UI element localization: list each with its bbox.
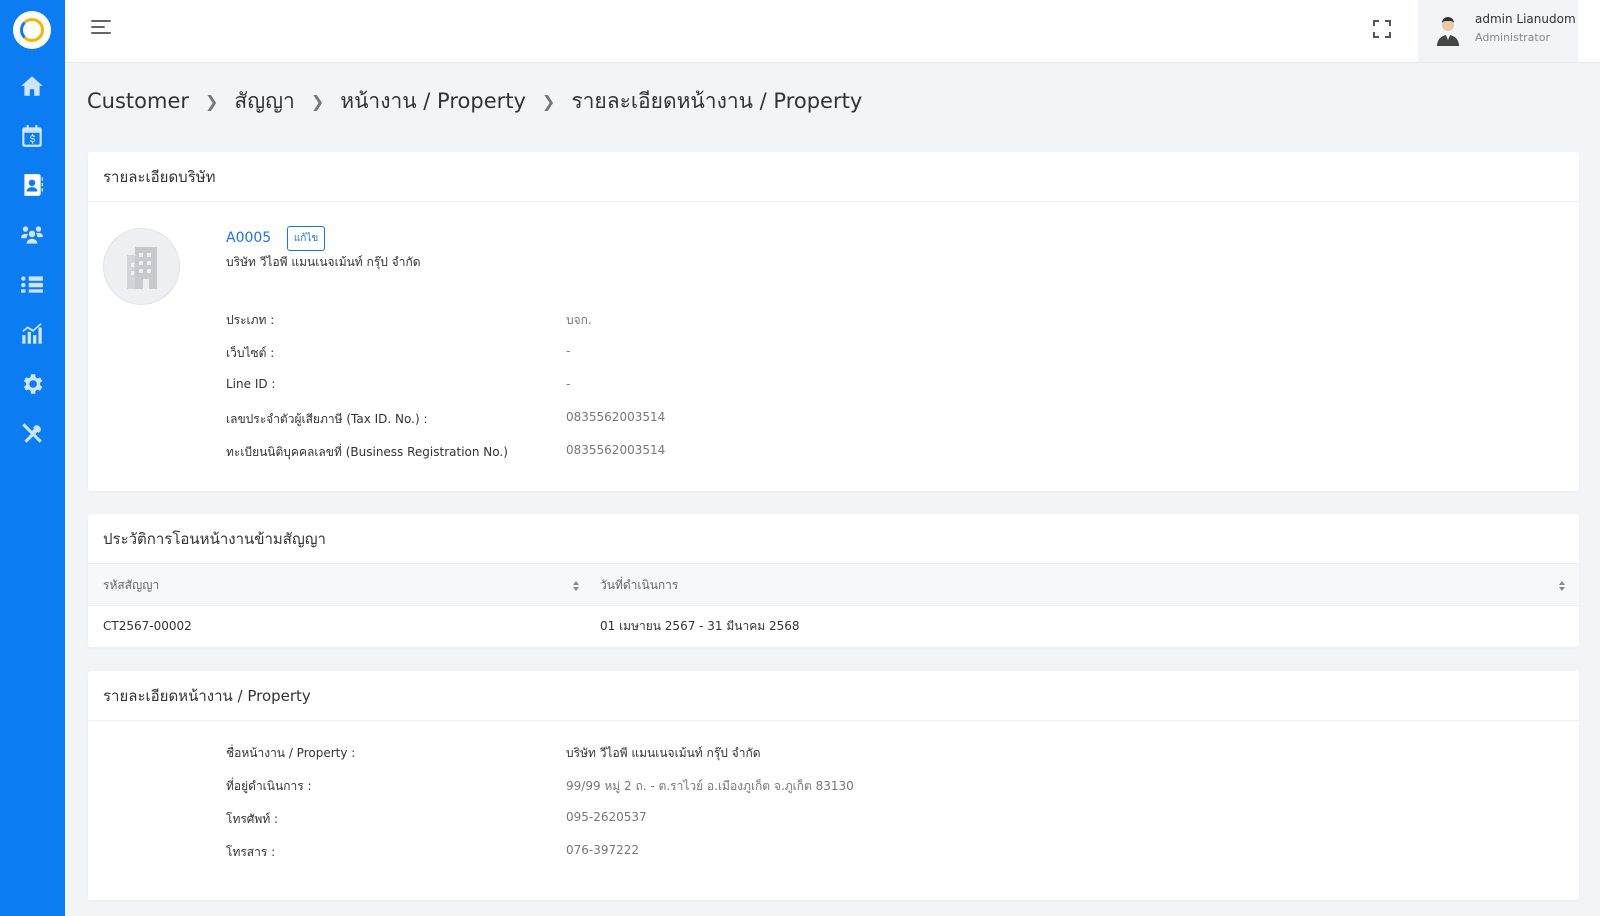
breadcrumb-property[interactable]: หน้างาน / Property — [340, 85, 526, 118]
type-value: บจก. — [566, 313, 592, 327]
address-book-icon[interactable] — [18, 171, 46, 199]
chevron-right-icon: ❯ — [310, 91, 325, 111]
fullscreen-icon[interactable] — [1373, 20, 1391, 38]
tools-icon[interactable] — [18, 419, 46, 447]
user-menu[interactable]: admin Lianudom Administrator — [1418, 0, 1578, 62]
sort-icon[interactable] — [1558, 580, 1566, 592]
property-name-label: ชื่อหน้างาน / Property : — [226, 746, 356, 760]
tax-id-value: 0835562003514 — [566, 410, 666, 424]
property-detail-card: รายละเอียดหน้างาน / Property ชื่อหน้างาน… — [88, 671, 1579, 900]
calendar-dollar-icon[interactable] — [18, 122, 46, 150]
list-icon[interactable] — [18, 270, 46, 298]
phone-value: 095-2620537 — [566, 810, 647, 824]
menu-toggle-icon[interactable] — [91, 20, 111, 36]
chevron-right-icon: ❯ — [541, 91, 556, 111]
history-card-title: ประวัติการโอนหน้างานข้ามสัญญา — [88, 514, 1579, 564]
building-icon — [103, 228, 180, 305]
property-name-value: บริษัท วีไอพี แมนเนจเม้นท์ กรุ๊ป จำกัด — [566, 746, 761, 760]
line-id-label: Line ID : — [226, 377, 276, 391]
company-card-title: รายละเอียดบริษัท — [88, 152, 1579, 202]
website-value: - — [566, 344, 571, 358]
line-id-value: - — [566, 377, 571, 391]
business-reg-label: ทะเบียนนิติบุคคลเลขที่ (Business Registr… — [226, 445, 508, 459]
edit-button[interactable]: แก้ไข — [287, 226, 325, 251]
breadcrumb-property-detail: รายละเอียดหน้างาน / Property — [571, 88, 863, 113]
users-gear-icon[interactable] — [18, 221, 46, 249]
chart-icon[interactable] — [18, 320, 46, 348]
operation-date-cell: 01 เมษายน 2567 - 31 มีนาคม 2568 — [600, 618, 800, 633]
column-operation-date[interactable]: วันที่ดำเนินการ — [600, 564, 678, 606]
company-code-link[interactable]: A0005 — [226, 230, 271, 246]
table-row[interactable]: CT2567-00002 01 เมษายน 2567 - 31 มีนาคม … — [88, 606, 1579, 646]
home-icon[interactable] — [18, 72, 46, 100]
fax-value: 076-397222 — [566, 843, 640, 857]
website-label: เว็บไซต์ : — [226, 346, 275, 360]
breadcrumb-contract[interactable]: สัญญา — [234, 85, 294, 118]
address-label: ที่อยู่ดำเนินการ : — [226, 779, 312, 793]
column-contract-code[interactable]: รหัสสัญญา — [103, 564, 159, 606]
contract-code-cell: CT2567-00002 — [103, 619, 192, 633]
property-card-title: รายละเอียดหน้างาน / Property — [88, 671, 1579, 721]
breadcrumb: Customer ❯ สัญญา ❯ หน้างาน / Property ❯ … — [87, 86, 862, 116]
fax-label: โทรสาร : — [226, 845, 276, 859]
user-name: admin Lianudom — [1475, 12, 1576, 26]
transfer-history-card: ประวัติการโอนหน้างานข้ามสัญญา รหัสสัญญา … — [88, 514, 1579, 647]
phone-label: โทรศัพท์ : — [226, 812, 279, 826]
user-role: Administrator — [1475, 31, 1550, 44]
top-bar: admin Lianudom Administrator — [65, 0, 1600, 63]
company-name: บริษัท วีไอพี แมนเนจเม้นท์ กรุ๊ป จำกัด — [226, 255, 421, 269]
chevron-right-icon: ❯ — [205, 91, 219, 111]
avatar — [1437, 17, 1459, 46]
gear-icon[interactable] — [18, 370, 46, 398]
type-label: ประเภท : — [226, 313, 275, 327]
company-detail-card: รายละเอียดบริษัท A0005 แก้ไข บริษัท วีไอ… — [88, 152, 1579, 491]
business-reg-value: 0835562003514 — [566, 443, 666, 457]
sidebar — [0, 0, 65, 916]
app-logo[interactable] — [13, 11, 51, 49]
tax-id-label: เลขประจำตัวผู้เสียภาษี (Tax ID. No.) : — [226, 412, 428, 426]
table-header: รหัสสัญญา วันที่ดำเนินการ — [88, 564, 1579, 606]
address-value: 99/99 หมู่ 2 ถ. - ต.ราไวย์ อ.เมืองภูเก็ต… — [566, 779, 854, 793]
breadcrumb-customer[interactable]: Customer — [87, 89, 189, 113]
sort-icon[interactable] — [572, 580, 580, 592]
